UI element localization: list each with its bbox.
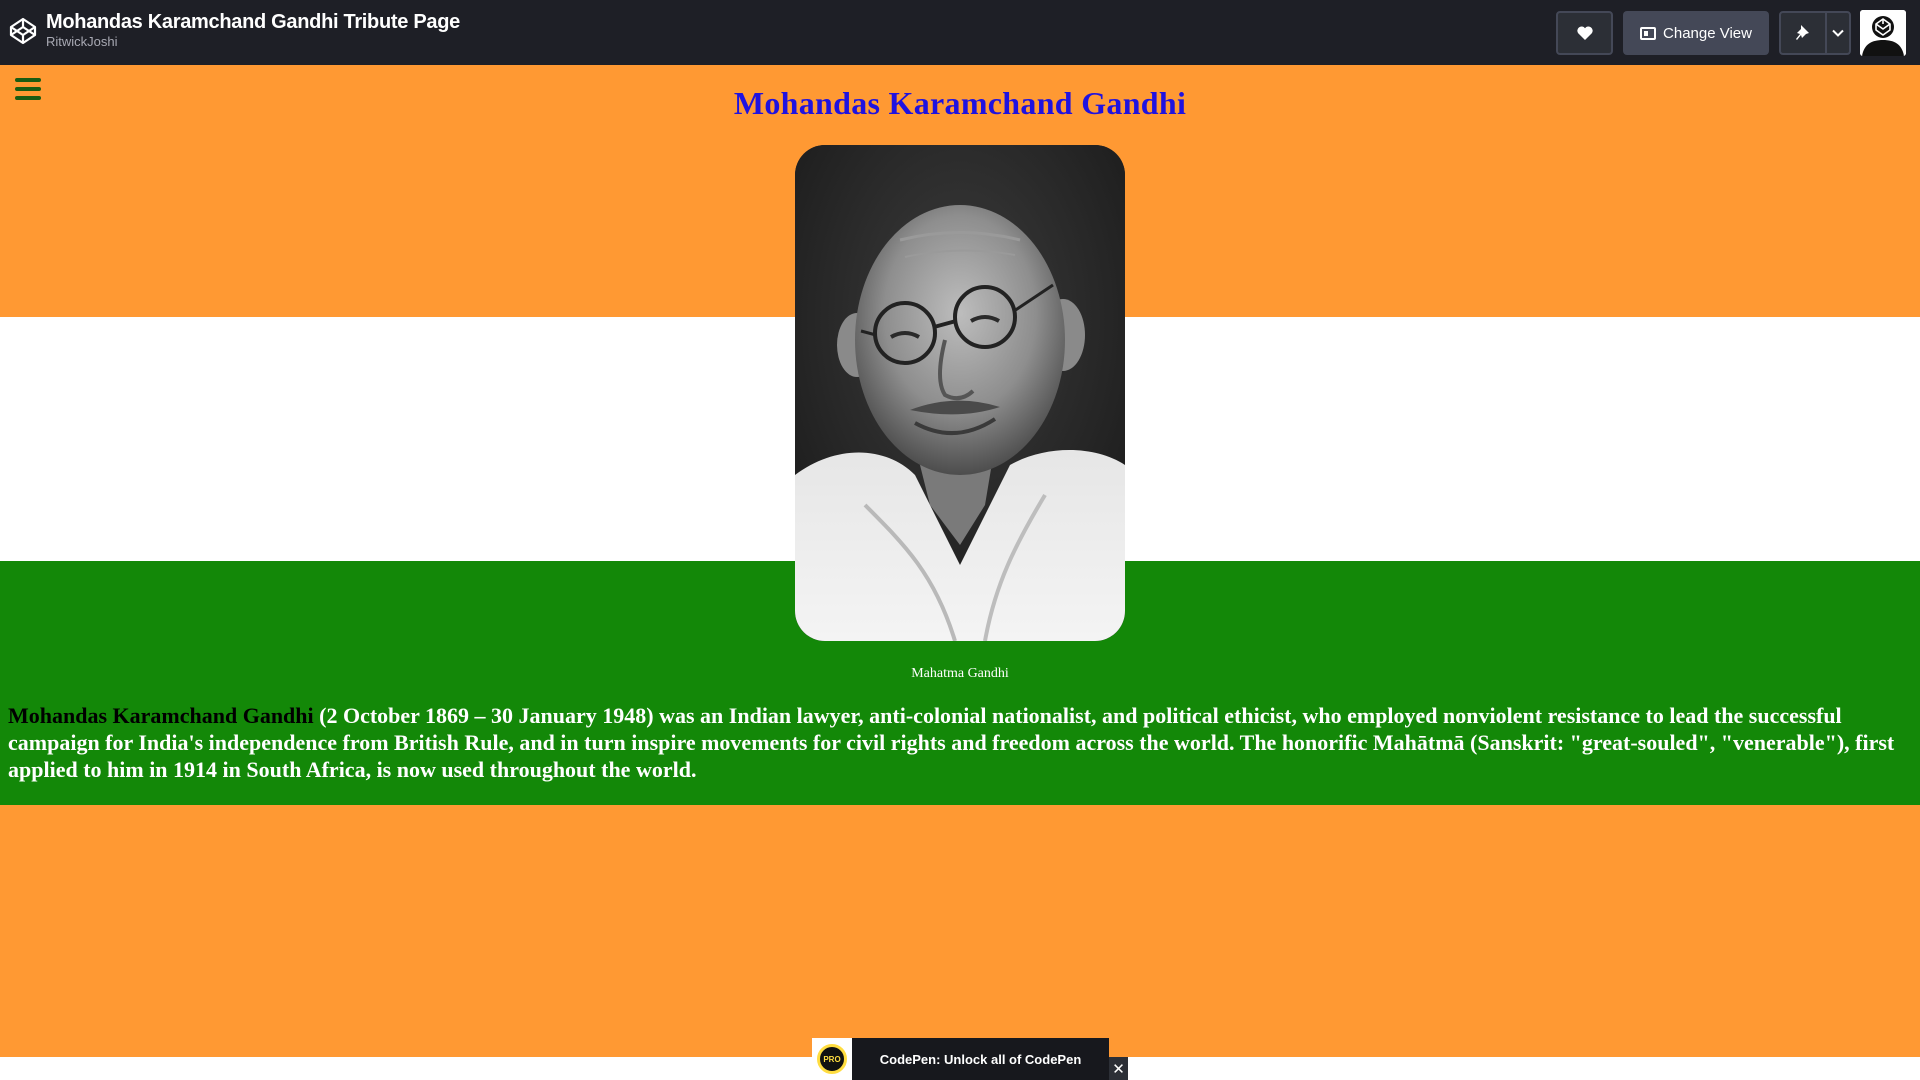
user-avatar[interactable] (1860, 10, 1906, 56)
pin-dropdown-button[interactable] (1827, 13, 1849, 53)
pro-badge: PRO (817, 1044, 847, 1074)
love-button[interactable] (1556, 11, 1613, 55)
heart-icon (1576, 26, 1593, 40)
codepen-pro-promo-banner[interactable]: PRO CodePen: Unlock all of CodePen (812, 1038, 1109, 1080)
close-promo-icon[interactable]: ✕ (1109, 1057, 1128, 1080)
pen-title[interactable]: Mohandas Karamchand Gandhi Tribute Page (46, 10, 460, 34)
image-caption: Mahatma Gandhi (911, 666, 1009, 681)
bio-name: Mohandas Karamchand Gandhi (8, 703, 314, 728)
biography-paragraph: Mohandas Karamchand Gandhi (2 October 18… (8, 702, 1912, 783)
gandhi-portrait-image (795, 145, 1125, 641)
page-title: Mohandas Karamchand Gandhi (733, 85, 1187, 121)
layout-icon (1640, 26, 1657, 40)
change-view-button[interactable]: Change View (1623, 11, 1769, 55)
pin-button[interactable] (1781, 13, 1827, 53)
pen-title-block: Mohandas Karamchand Gandhi Tribute Page … (46, 10, 460, 50)
tribute-page-preview: Mohandas Karamchand Gandhi Mahatma Gandh… (0, 65, 1920, 1080)
codepen-header: Mohandas Karamchand Gandhi Tribute Page … (0, 0, 1920, 65)
pen-author[interactable]: RitwickJoshi (46, 34, 460, 50)
promo-text[interactable]: CodePen: Unlock all of CodePen (852, 1052, 1109, 1067)
pin-button-group[interactable] (1779, 11, 1851, 55)
codepen-logo-icon[interactable] (8, 16, 38, 46)
change-view-label: Change View (1663, 24, 1752, 42)
chevron-down-icon (1832, 29, 1844, 37)
flag-band-saffron-bottom (0, 805, 1920, 1057)
pin-icon (1796, 25, 1809, 40)
pro-badge-icon: PRO (812, 1038, 852, 1080)
